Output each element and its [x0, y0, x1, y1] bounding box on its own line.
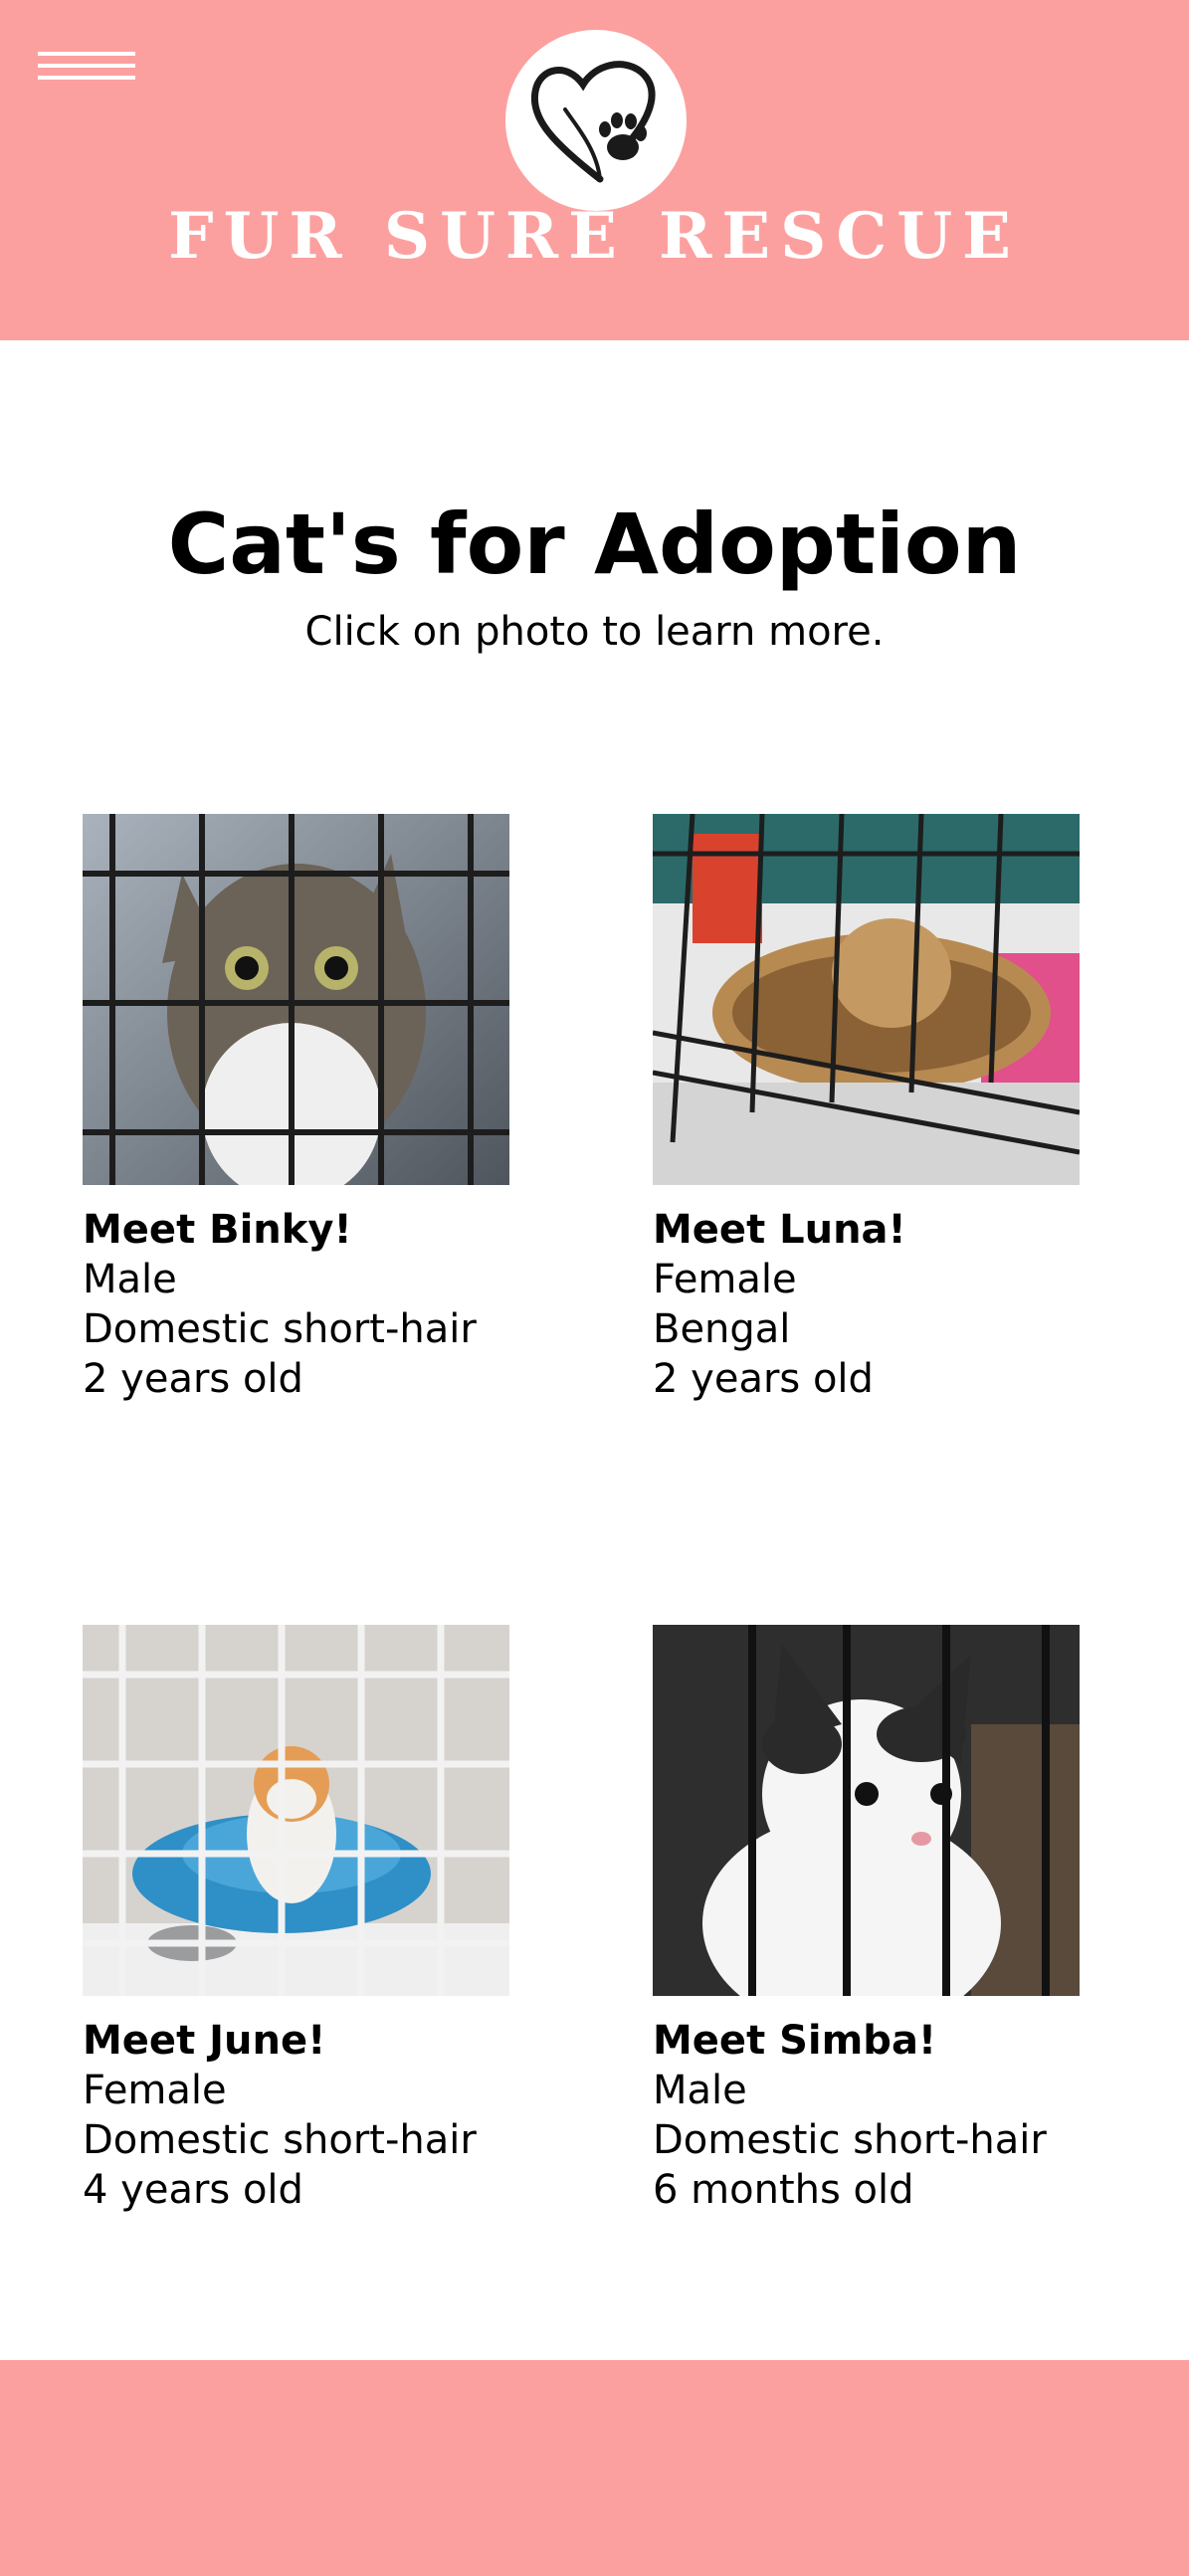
cat-breed: Domestic short-hair [83, 1306, 477, 1352]
cat-card-simba: Meet Simba! Male Domestic short-hair 6 m… [653, 1625, 1110, 2215]
cat-photo-june[interactable] [83, 1625, 509, 1996]
cat-age: 6 months old [653, 2167, 914, 2213]
site-footer [0, 2360, 1189, 2576]
cat-photo-simba[interactable] [653, 1625, 1080, 1996]
cat-sex: Male [653, 2068, 747, 2113]
cat-sex: Female [83, 2068, 227, 2113]
cat-photo-luna[interactable] [653, 814, 1080, 1185]
cat-age: 4 years old [83, 2167, 303, 2213]
hamburger-menu-icon[interactable] [38, 52, 135, 90]
cat-card-luna: Meet Luna! Female Bengal 2 years old [653, 814, 1110, 1404]
heart-paw-logo-icon[interactable] [505, 30, 687, 211]
cat-name: Meet Binky! [83, 1207, 352, 1253]
cat-sex: Male [83, 1257, 177, 1302]
cat-breed: Bengal [653, 1306, 791, 1352]
cat-name: Meet June! [83, 2018, 326, 2064]
cat-name: Meet Simba! [653, 2018, 937, 2064]
cat-name: Meet Luna! [653, 1207, 906, 1253]
page-title: Cat's for Adoption [167, 495, 1022, 593]
page-subtitle: Click on photo to learn more. [304, 609, 885, 655]
cat-photo-binky[interactable] [83, 814, 509, 1185]
cat-age: 2 years old [653, 1356, 874, 1402]
brand-name[interactable]: Fur Sure Rescue [0, 199, 1189, 274]
site-header: Fur Sure Rescue [0, 0, 1189, 340]
cat-breed: Domestic short-hair [83, 2117, 477, 2163]
cat-card-binky: Meet Binky! Male Domestic short-hair 2 y… [83, 814, 540, 1404]
cat-breed: Domestic short-hair [653, 2117, 1047, 2163]
cat-card-june: Meet June! Female Domestic short-hair 4 … [83, 1625, 540, 2215]
cat-sex: Female [653, 1257, 797, 1302]
cat-age: 2 years old [83, 1356, 303, 1402]
